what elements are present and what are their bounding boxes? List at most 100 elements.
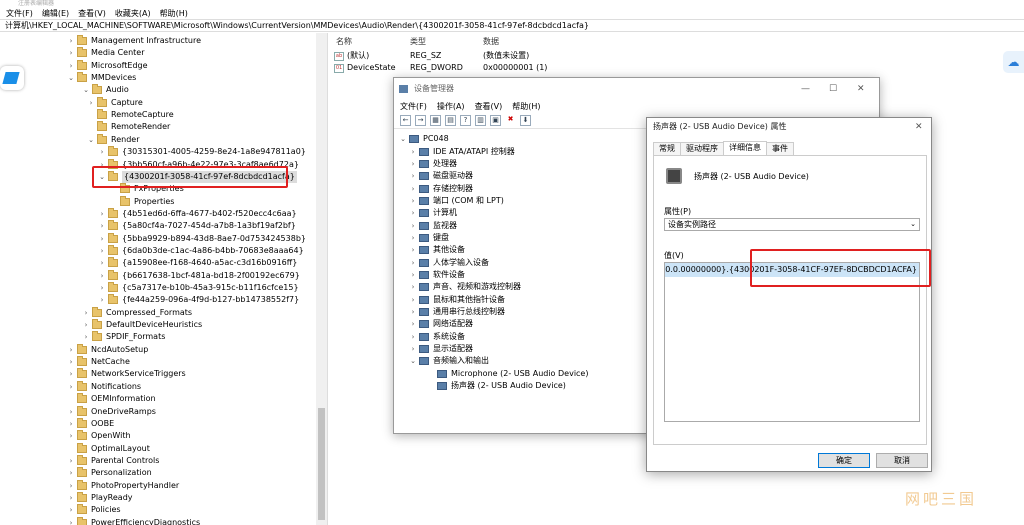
chevron-right-icon[interactable]: › — [67, 356, 75, 368]
device-category[interactable]: › 监视器 — [409, 220, 457, 232]
chevron-right-icon[interactable]: › — [67, 35, 75, 47]
chevron-right-icon[interactable]: › — [82, 319, 90, 331]
column-header-name[interactable]: 名称 — [336, 36, 352, 47]
maximize-icon[interactable]: ☐ — [829, 78, 837, 100]
chevron-right-icon[interactable]: › — [98, 270, 106, 282]
properties-icon[interactable]: ▦ — [430, 115, 441, 126]
chevron-right-icon[interactable]: › — [67, 406, 75, 418]
registry-tree-item[interactable]: ⌄ MMDevices — [67, 72, 136, 84]
chevron-right-icon[interactable]: › — [67, 60, 75, 72]
registry-tree-item[interactable]: › Compressed_Formats — [82, 306, 192, 319]
registry-tree-item[interactable]: Properties — [110, 195, 174, 208]
registry-tree-item[interactable]: › {b6617638-1bcf-481a-bd18-2f00192ec679} — [98, 269, 300, 282]
device-category[interactable]: › 端口 (COM 和 LPT) — [409, 195, 504, 207]
view-icon[interactable]: ▤ — [445, 115, 456, 126]
chevron-right-icon[interactable]: › — [98, 282, 106, 294]
registry-tree-item[interactable]: › SPDIF_Formats — [82, 331, 165, 343]
registry-tree-item[interactable]: › {4b51ed6d-6ffa-4677-b402-f520ecc4c6aa} — [98, 207, 297, 220]
device-category[interactable]: › 网络适配器 — [409, 318, 473, 330]
device-category[interactable]: › 计算机 — [409, 207, 457, 219]
chevron-right-icon[interactable]: › — [409, 257, 417, 269]
registry-tree-item[interactable]: › {a15908ee-f168-4640-a5ac-c3d16b0916ff} — [98, 257, 297, 269]
device-category[interactable]: › 鼠标和其他指针设备 — [409, 294, 505, 306]
registry-tree-item[interactable]: RemoteRender — [87, 121, 170, 133]
registry-tree-item[interactable]: › OpenWith — [67, 430, 131, 442]
audio-device-item[interactable]: Microphone (2- USB Audio Device) — [427, 368, 588, 380]
update-driver-icon[interactable]: ⬇ — [520, 115, 531, 126]
tree-scrollbar[interactable] — [316, 33, 327, 525]
device-category[interactable]: › 存储控制器 — [409, 183, 473, 195]
device-category[interactable]: › 磁盘驱动器 — [409, 170, 473, 182]
tree-scroll-thumb[interactable] — [318, 408, 325, 520]
close-icon[interactable]: ✕ — [857, 78, 865, 100]
registry-tree-item[interactable]: › {5a80cf4a-7027-454d-a7b8-1a3bf19af2bf} — [98, 220, 296, 232]
chevron-right-icon[interactable]: › — [67, 480, 75, 492]
cloud-icon[interactable]: ☁ — [1003, 51, 1024, 73]
chevron-down-icon[interactable]: ⌄ — [399, 133, 407, 145]
device-category[interactable]: › 声音、视频和游戏控制器 — [409, 281, 521, 293]
chevron-right-icon[interactable]: › — [409, 318, 417, 330]
chevron-right-icon[interactable]: › — [98, 245, 106, 257]
device-tree-root[interactable]: ⌄ PC048 — [399, 133, 449, 145]
chevron-right-icon[interactable]: › — [67, 381, 75, 393]
device-category[interactable]: › 通用串行总线控制器 — [409, 306, 505, 318]
registry-menu-item[interactable]: 查看(V) — [78, 8, 106, 19]
cancel-button[interactable]: 取消 — [876, 453, 928, 468]
uninstall-icon[interactable]: ✖ — [505, 115, 516, 126]
chevron-right-icon[interactable]: › — [98, 257, 106, 269]
registry-tree-item[interactable]: › Personalization — [67, 467, 152, 479]
device-category[interactable]: › 处理器 — [409, 158, 457, 170]
registry-tree-item[interactable]: › PowerEfficiencyDiagnostics — [67, 516, 200, 525]
registry-tree-item[interactable]: › Capture — [87, 96, 143, 109]
registry-tree-item[interactable]: › OOBE — [67, 417, 114, 430]
chevron-right-icon[interactable]: › — [67, 504, 75, 516]
chevron-right-icon[interactable]: › — [67, 47, 75, 59]
chevron-right-icon[interactable]: › — [409, 269, 417, 281]
column-header-type[interactable]: 类型 — [410, 36, 426, 47]
chevron-down-icon[interactable]: ⌄ — [409, 355, 417, 367]
chevron-right-icon[interactable]: › — [409, 158, 417, 170]
registry-menu-item[interactable]: 帮助(H) — [160, 8, 188, 19]
chevron-right-icon[interactable]: › — [67, 492, 75, 504]
device-category[interactable]: › 其他设备 — [409, 244, 465, 256]
value-row-name[interactable]: 01 DeviceState — [334, 62, 396, 74]
column-header-data[interactable]: 数据 — [483, 36, 499, 47]
ok-button[interactable]: 确定 — [818, 453, 870, 468]
chevron-right-icon[interactable]: › — [409, 207, 417, 219]
chevron-right-icon[interactable]: › — [98, 220, 106, 232]
device-manager-menu-item[interactable]: 文件(F) — [400, 100, 427, 113]
chevron-right-icon[interactable]: › — [87, 97, 95, 109]
registry-tree-item[interactable]: › NcdAutoSetup — [67, 343, 148, 356]
device-category[interactable]: › 软件设备 — [409, 269, 465, 281]
chevron-right-icon[interactable]: › — [67, 455, 75, 467]
chevron-down-icon[interactable]: ⌄ — [82, 84, 90, 96]
chevron-right-icon[interactable]: › — [98, 294, 106, 306]
device-manager-menu-item[interactable]: 查看(V) — [475, 100, 503, 113]
registry-tree-item[interactable]: RemoteCapture — [87, 109, 174, 121]
registry-tree-item[interactable]: › NetCache — [67, 356, 130, 368]
chevron-right-icon[interactable]: › — [98, 208, 106, 220]
registry-tree-item[interactable]: ⌄ Audio — [82, 84, 129, 96]
chevron-right-icon[interactable]: › — [67, 467, 75, 479]
registry-tree-item[interactable]: › Parental Controls — [67, 454, 159, 467]
chevron-right-icon[interactable]: › — [409, 306, 417, 318]
registry-tree-item[interactable]: › {5bba9929-b894-43d8-8ae7-0d753424538b} — [98, 232, 306, 245]
tab-0[interactable]: 常规 — [653, 142, 681, 155]
device-category[interactable]: › 键盘 — [409, 232, 449, 244]
property-select[interactable]: 设备实例路径 ⌄ — [664, 218, 920, 231]
chevron-right-icon[interactable]: › — [67, 430, 75, 442]
device-category[interactable]: › IDE ATA/ATAPI 控制器 — [409, 146, 515, 158]
dialog-close-icon[interactable]: ✕ — [915, 118, 923, 136]
registry-tree-item[interactable]: OEMInformation — [67, 393, 156, 405]
chevron-right-icon[interactable]: › — [409, 170, 417, 182]
scan-icon[interactable]: ▥ — [475, 115, 486, 126]
registry-tree-item[interactable]: › MicrosoftEdge — [67, 59, 148, 72]
forward-icon[interactable]: → — [415, 115, 426, 126]
chevron-right-icon[interactable]: › — [409, 220, 417, 232]
address-bar[interactable]: 计算机\HKEY_LOCAL_MACHINE\SOFTWARE\Microsof… — [0, 19, 1024, 32]
registry-tree-item[interactable]: › OneDriveRamps — [67, 405, 156, 418]
chevron-right-icon[interactable]: › — [67, 344, 75, 356]
tab-1[interactable]: 驱动程序 — [680, 142, 724, 155]
chevron-right-icon[interactable]: › — [409, 331, 417, 343]
chevron-right-icon[interactable]: › — [409, 343, 417, 355]
